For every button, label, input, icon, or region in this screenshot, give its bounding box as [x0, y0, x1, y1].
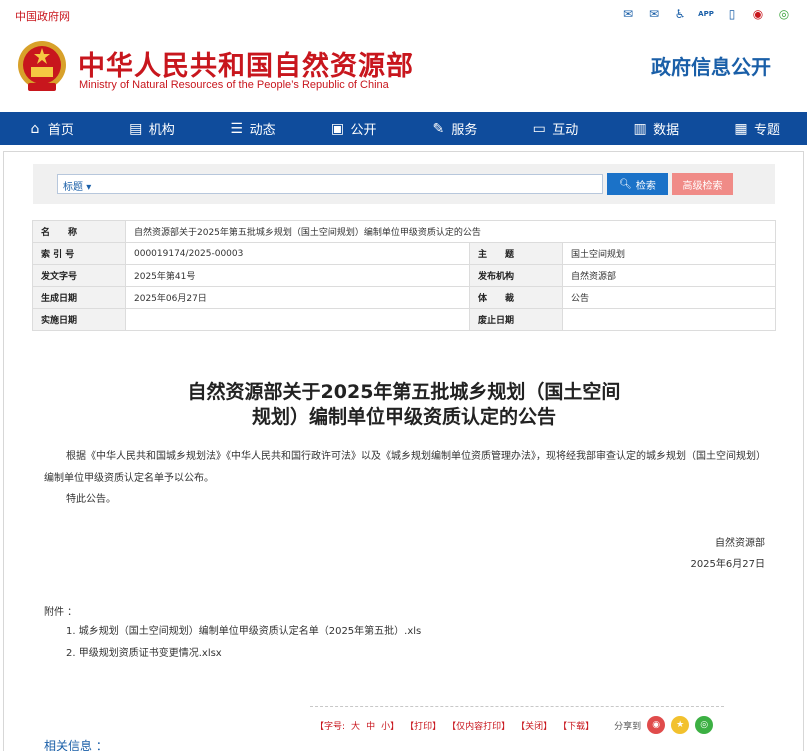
search-button[interactable]: 🔍︎ 检索: [607, 173, 668, 195]
font-size-large[interactable]: 大: [351, 719, 360, 732]
home-icon: ⌂: [30, 120, 40, 137]
institution-icon: ▤: [129, 120, 143, 137]
favorite-share-icon[interactable]: ★: [671, 716, 690, 734]
table-row: 发文字号 2025年第41号 发布机构 自然资源部: [32, 264, 776, 287]
search-input[interactable]: 标题 ▾: [57, 174, 603, 194]
chevron-down-icon: ▾: [86, 182, 92, 193]
meta-value: 公告: [562, 286, 776, 309]
nav-item-data[interactable]: ▥ 数据: [605, 112, 706, 145]
topic-icon: ▦: [734, 120, 748, 137]
body-paragraph: 根据《中华人民共和国城乡规划法》《中华人民共和国行政许可法》以及《城乡规划编制单…: [44, 451, 766, 484]
site-subtitle: Ministry of Natural Resources of the Peo…: [79, 79, 389, 91]
mobile-icon[interactable]: ▯: [723, 6, 741, 22]
news-icon: ☰: [230, 120, 243, 137]
data-icon: ▥: [633, 120, 647, 137]
related-info-heading: 相关信息 ：: [44, 739, 108, 751]
national-emblem-icon: [18, 41, 66, 91]
nav-label: 动态: [249, 123, 276, 138]
nav-item-disclosure[interactable]: ▣ 公开: [303, 112, 404, 145]
font-size-medium[interactable]: 中: [366, 719, 375, 732]
main-nav: ⌂ 首页 ▤ 机构 ☰ 动态 ▣ 公开 ✎ 服务 ▭ 互动 ▥ 数据 ▦ 专题: [0, 112, 807, 145]
search-category-select[interactable]: 标题 ▾: [63, 178, 91, 193]
nav-item-home[interactable]: ⌂ 首页: [0, 112, 101, 145]
table-row: 生成日期 2025年06月27日 体 裁 公告: [32, 286, 776, 309]
meta-value: [562, 308, 776, 331]
accessibility-icon[interactable]: ♿: [671, 6, 689, 22]
document-title-line: 规划）编制单位甲级资质认定的公告: [251, 406, 556, 428]
document-title: 自然资源部关于2025年第五批城乡规划（国土空间 规划）编制单位甲级资质认定的公…: [140, 380, 668, 430]
font-size-label: 【字号:: [315, 721, 346, 732]
nav-label: 首页: [47, 123, 74, 138]
service-icon: ✎: [432, 120, 445, 137]
body-closing: 特此公告。: [66, 494, 116, 505]
document-meta-table: 名 称 自然资源部关于2025年第五批城乡规划（国土空间规划）编制单位甲级资质认…: [32, 220, 776, 331]
signature-date: 2025年6月27日: [690, 559, 765, 570]
search-category-label: 标题: [63, 182, 83, 193]
table-row: 实施日期 废止日期: [32, 308, 776, 331]
table-row: 名 称 自然资源部关于2025年第五批城乡规划（国土空间规划）编制单位甲级资质认…: [32, 220, 776, 243]
attachment-link[interactable]: 1. 城乡规划（国土空间规划）编制单位甲级资质认定名单（2025年第五批）.xl…: [66, 622, 421, 637]
advanced-search-button[interactable]: 高级检索: [672, 173, 733, 195]
top-icon-group: ✉ ✉ ♿ APP ▯ ◉ ◎: [619, 6, 793, 22]
meta-label: 废止日期: [469, 308, 563, 331]
gov-info-heading[interactable]: 政府信息公开: [651, 51, 771, 80]
download-button[interactable]: 【下载】: [558, 719, 594, 732]
search-button-label: 检索: [635, 180, 656, 192]
site-title: 中华人民共和国自然资源部: [78, 51, 414, 82]
meta-value: 2025年第41号: [125, 264, 470, 287]
attachments-label: 附件 ：: [44, 607, 78, 618]
wechat-icon[interactable]: ◎: [775, 6, 793, 22]
meta-value: [125, 308, 470, 331]
disclosure-icon: ▣: [330, 120, 345, 137]
weibo-icon[interactable]: ◉: [749, 6, 767, 22]
attachment-link[interactable]: 2. 甲级规划资质证书变更情况.xlsx: [66, 644, 222, 659]
nav-item-service[interactable]: ✎ 服务: [404, 112, 505, 145]
nav-label: 服务: [451, 123, 478, 138]
app-icon[interactable]: APP: [697, 6, 715, 22]
site-header: 中华人民共和国自然资源部 Ministry of Natural Resourc…: [0, 28, 807, 112]
print-content-button[interactable]: 【仅内容打印】: [447, 719, 510, 732]
meta-value: 自然资源部: [562, 264, 776, 287]
nav-label: 数据: [653, 123, 680, 138]
document-body: 根据《中华人民共和国城乡规划法》《中华人民共和国行政许可法》以及《城乡规划编制单…: [44, 446, 768, 490]
gov-portal-link[interactable]: 中国政府网: [15, 8, 70, 24]
nav-label: 机构: [148, 123, 175, 138]
nav-item-interaction[interactable]: ▭ 互动: [504, 112, 605, 145]
nav-item-news[interactable]: ☰ 动态: [202, 112, 303, 145]
meta-label: 主 题: [469, 242, 563, 265]
nav-item-institution[interactable]: ▤ 机构: [101, 112, 202, 145]
interaction-icon: ▭: [532, 120, 546, 137]
signature-org: 自然资源部: [715, 538, 765, 549]
meta-label: 名 称: [32, 220, 126, 243]
nav-label: 互动: [552, 123, 579, 138]
table-row: 索 引 号 000019174/2025-00003 主 题 国土空间规划: [32, 242, 776, 265]
wechat-share-icon[interactable]: ◎: [695, 716, 714, 734]
document-title-line: 自然资源部关于2025年第五批城乡规划（国土空间: [187, 381, 621, 403]
meta-label: 发布机构: [469, 264, 563, 287]
meta-label: 发文字号: [32, 264, 126, 287]
meta-value: 000019174/2025-00003: [125, 242, 470, 265]
search-icon: 🔍︎: [619, 178, 632, 190]
nav-item-topic[interactable]: ▦ 专题: [706, 112, 807, 145]
meta-label: 体 裁: [469, 286, 563, 309]
top-bar: 中国政府网 ✉ ✉ ♿ APP ▯ ◉ ◎: [0, 0, 807, 28]
meta-label: 索 引 号: [32, 242, 126, 265]
print-button[interactable]: 【打印】: [405, 719, 441, 732]
weibo-share-icon[interactable]: ◉: [647, 716, 666, 734]
mail-icon[interactable]: ✉: [619, 6, 637, 22]
page-tools: 【字号: 大 中 小】 【打印】 【仅内容打印】 【关闭】 【下载】 分享到 ◉…: [315, 716, 714, 734]
tools-divider: [310, 706, 724, 707]
meta-value: 国土空间规划: [562, 242, 776, 265]
meta-label: 生成日期: [32, 286, 126, 309]
close-button[interactable]: 【关闭】: [516, 719, 552, 732]
meta-label: 实施日期: [32, 308, 126, 331]
nav-label: 公开: [350, 123, 377, 138]
share-label: 分享到: [614, 721, 642, 732]
meta-value: 自然资源部关于2025年第五批城乡规划（国土空间规划）编制单位甲级资质认定的公告: [125, 220, 776, 243]
nav-label: 专题: [754, 123, 781, 138]
meta-value: 2025年06月27日: [125, 286, 470, 309]
feedback-icon[interactable]: ✉: [645, 6, 663, 22]
font-size-small[interactable]: 小】: [381, 719, 399, 732]
